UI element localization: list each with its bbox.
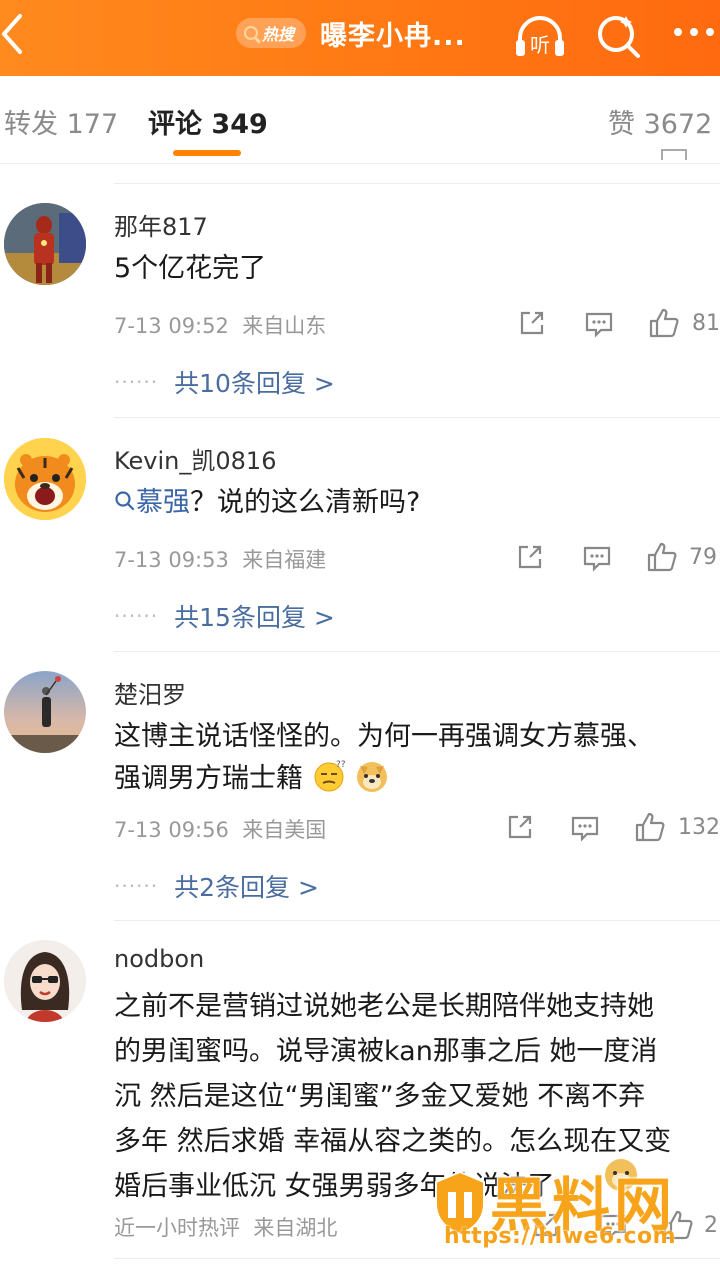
thumbs-up-icon (647, 542, 677, 572)
comment-meta: 7-13 09:56 来自美国 (114, 814, 326, 844)
replies-label: 共10条回复 > (174, 369, 335, 398)
share-button[interactable] (518, 309, 546, 341)
comment-text: 慕强？说的这么清新吗? (114, 482, 714, 524)
view-replies-link[interactable]: ······ 共15条回复 > (114, 598, 335, 634)
comment-text-line: 强调男方瑞士籍 ??? (114, 758, 714, 800)
doge-emoji-icon (357, 762, 388, 792)
comment-location: 来自福建 (242, 548, 327, 572)
comment-username[interactable]: nodbon (114, 945, 204, 973)
comment-text: 5个亿花完了 (114, 253, 267, 284)
comment-time: 7-13 09:56 (114, 818, 229, 842)
headphones-icon: 听 (516, 16, 564, 57)
active-tab-indicator (173, 150, 241, 156)
thinking-emoji-icon: ??? (314, 760, 350, 792)
like-count: 132 (678, 815, 720, 840)
search-icon (598, 16, 640, 58)
svg-text:听: 听 (530, 33, 550, 57)
reply-dots: ······ (114, 874, 159, 898)
comment-icon (571, 816, 599, 842)
topic-keyword: 慕强 (136, 487, 190, 518)
comment-text-fragment: 强调男方瑞士籍 (114, 763, 303, 794)
tab-label: 转发 (4, 109, 58, 140)
comment-text-line: 沉 然后是这位“男闺蜜”多金又爱她 不离不弃 (114, 1081, 646, 1112)
hot-search-badge[interactable]: 热搜 (236, 18, 306, 48)
comment-location: 来自山东 (242, 314, 327, 338)
chevron-left-icon (2, 14, 22, 54)
comment-text-body: ？说的这么清新吗? (190, 487, 421, 518)
comment-icon (585, 312, 613, 338)
comment-meta: 7-13 09:53 来自福建 (114, 544, 326, 574)
divider (0, 163, 720, 164)
topic-link[interactable]: 慕强 (114, 487, 190, 518)
share-icon (508, 815, 532, 839)
more-button[interactable] (672, 20, 718, 48)
watermark-url: https://hlwe6.com (444, 1224, 677, 1249)
thumbs-up-icon (660, 146, 688, 160)
search-button[interactable] (594, 10, 644, 66)
tab-label: 赞 (608, 109, 635, 140)
divider (114, 183, 720, 184)
reply-dots: ······ (114, 370, 159, 394)
like-count: 81 (692, 311, 720, 336)
comment-icon (583, 546, 611, 572)
share-icon (518, 545, 542, 569)
search-icon (115, 491, 135, 511)
view-replies-link[interactable]: ······ 共2条回复 > (114, 868, 319, 904)
avatar[interactable] (4, 203, 86, 285)
comment-meta: 近一小时热评 来自湖北 (114, 1212, 337, 1242)
like-button[interactable] (648, 307, 680, 343)
replies-label: 共2条回复 > (174, 873, 319, 902)
tab-comments[interactable]: 评论 349 (148, 102, 268, 141)
reply-dots: ······ (114, 604, 159, 628)
hot-search-label: 热搜 (262, 25, 295, 44)
tab-label: 评论 (148, 109, 202, 140)
tab-count: 349 (211, 109, 268, 140)
comment-text-line: 之前不是营销过说她老公是长期陪伴她支持她 (114, 991, 654, 1022)
comment-location: 来自美国 (242, 818, 327, 842)
comment-username[interactable]: 楚汨罗 (114, 675, 186, 710)
avatar[interactable] (4, 438, 86, 520)
tab-reposts[interactable]: 转发 177 (4, 102, 118, 141)
thumbs-up-icon (635, 812, 665, 842)
view-replies-link[interactable]: ······ 共10条回复 > (114, 364, 335, 400)
page-title: 曝李小冉... (320, 21, 466, 52)
like-button[interactable] (646, 541, 678, 577)
tab-count: 177 (66, 109, 119, 140)
avatar[interactable] (4, 940, 86, 1022)
share-button[interactable] (516, 543, 544, 575)
like-count: 79 (689, 545, 717, 570)
share-button[interactable] (506, 813, 534, 845)
share-icon (520, 311, 544, 335)
comment-time: 7-13 09:53 (114, 548, 229, 572)
tab-count: 3672 (643, 109, 713, 140)
comment-time: 7-13 09:52 (114, 314, 229, 338)
comment-meta: 7-13 09:52 来自山东 (114, 310, 326, 340)
comment-time: 近一小时热评 (114, 1216, 240, 1240)
divider (114, 920, 720, 921)
comment-location: 来自湖北 (253, 1216, 338, 1240)
back-button[interactable] (0, 8, 40, 60)
comment-text-line: 的男闺蜜吗。说导演被kan那事之后 她一度消 (114, 1036, 658, 1067)
like-button[interactable] (634, 811, 666, 847)
divider (114, 417, 720, 418)
reply-button[interactable] (582, 544, 612, 576)
tab-likes[interactable]: 赞 3672 (608, 102, 712, 141)
thumbs-up-icon (649, 308, 679, 338)
top-bar: 热搜 曝李小冉... 听 (0, 0, 720, 76)
divider (114, 1258, 720, 1259)
divider (114, 651, 720, 652)
tab-bar: 转发 177 评论 349 赞 3672 (0, 76, 720, 164)
comment-text: 这博主说话怪怪的。为何一再强调女方慕强、 强调男方瑞士籍 ??? (114, 716, 714, 800)
reply-button[interactable] (584, 310, 614, 342)
svg-text:???: ??? (336, 760, 346, 770)
comment-text-line: 这博主说话怪怪的。为何一再强调女方慕强、 (114, 721, 654, 752)
more-dots-icon (674, 28, 714, 36)
replies-label: 共15条回复 > (174, 603, 335, 632)
avatar[interactable] (4, 671, 86, 753)
comment-username[interactable]: 那年817 (114, 207, 208, 242)
reply-button[interactable] (570, 814, 600, 846)
search-icon (244, 26, 258, 40)
comment-username[interactable]: Kevin_凯0816 (114, 441, 276, 476)
listen-button[interactable]: 听 (512, 10, 568, 66)
